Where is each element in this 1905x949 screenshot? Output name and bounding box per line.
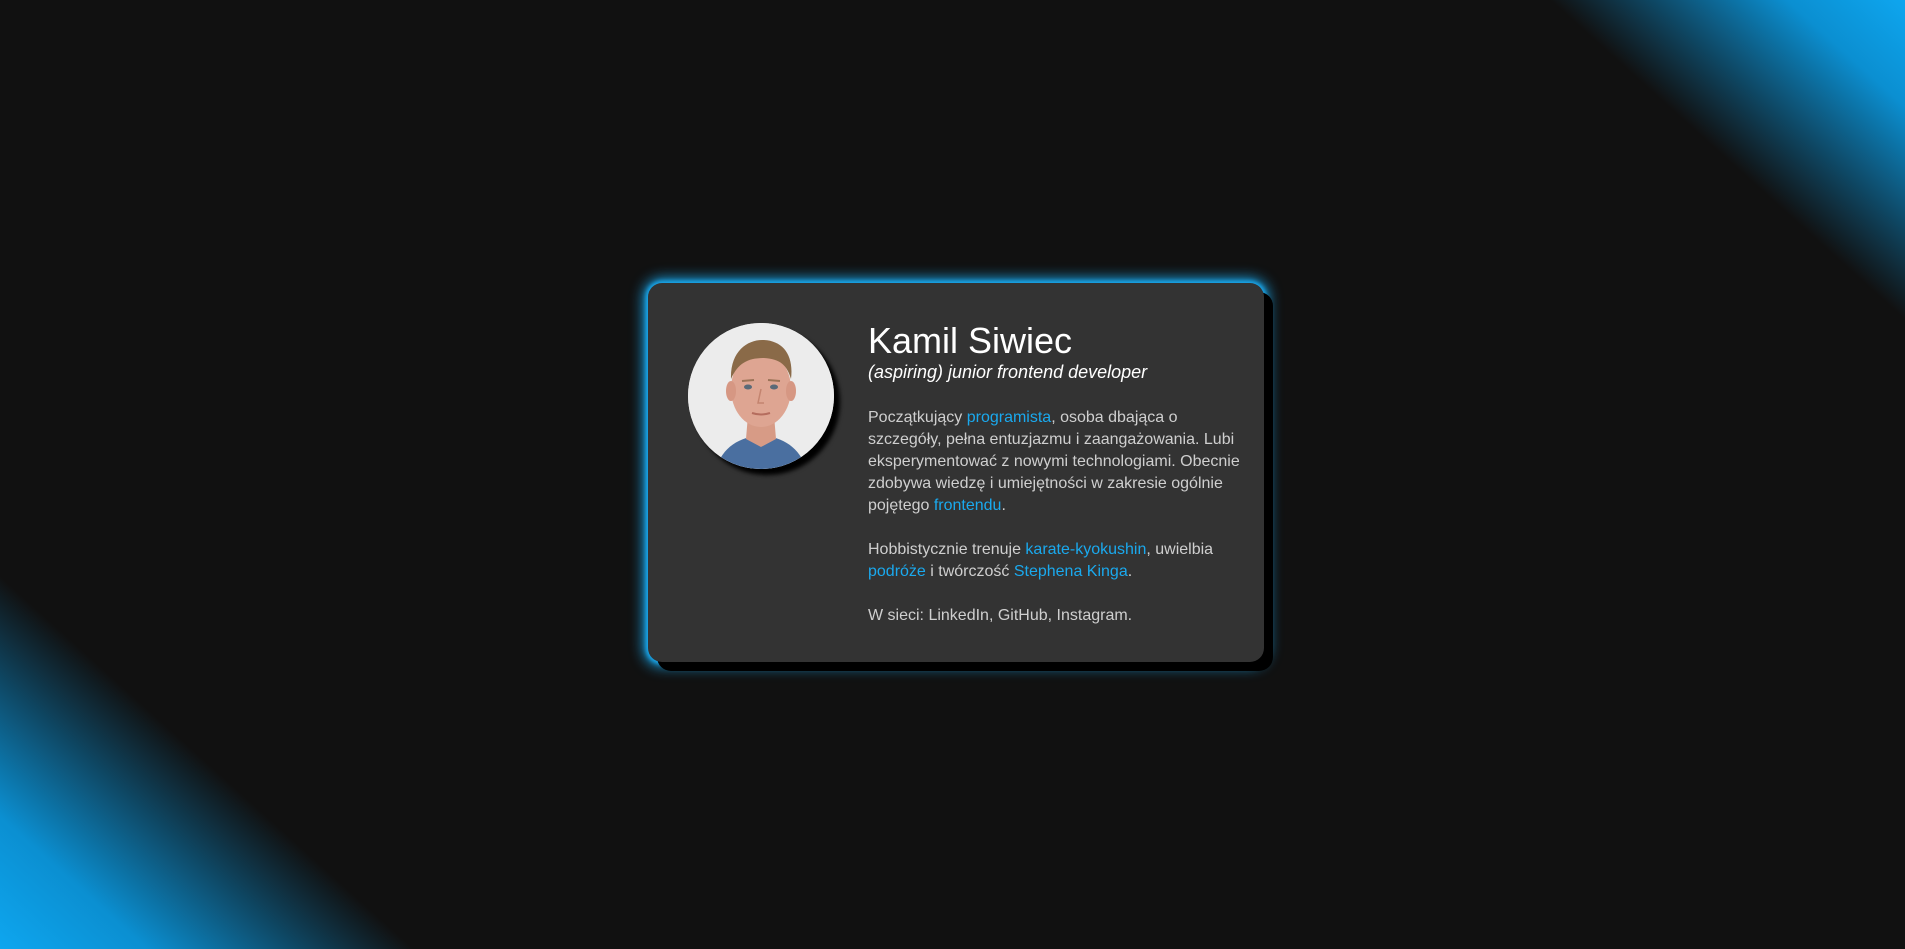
hobby-paragraph: Hobbistycznie trenuje karate-kyokushin, … [868,539,1240,583]
about-text: Początkujący [868,409,967,426]
hobby-text: . [1127,563,1133,580]
hobby-text: Hobbistycznie trenuje [868,541,1026,558]
profile-role: (aspiring) junior frontend developer [868,362,1148,382]
social-separator: , [988,607,998,624]
about-text: . [1001,497,1006,514]
social-end: . [1127,607,1133,624]
social-separator: , [1047,607,1057,624]
hobby-text: , uwielbia [1146,541,1214,558]
link-frontendu[interactable]: frontendu [934,497,1002,514]
link-instagram[interactable]: Instagram [1057,607,1128,624]
profile-name: Kamil Siwiec [868,320,1073,361]
link-karate-kyokushin[interactable]: karate-kyokushin [1025,541,1146,558]
avatar-photo-icon [688,323,834,469]
about-paragraph: Początkujący programista, osoba dbająca … [868,407,1240,517]
link-linkedin[interactable]: LinkedIn [928,607,989,624]
link-programista[interactable]: programista [967,409,1051,426]
social-label: W sieci: [868,607,929,624]
link-github[interactable]: GitHub [998,607,1048,624]
profile-card: Kamil Siwiec (aspiring) junior frontend … [648,283,1264,662]
profile-avatar [688,323,834,469]
link-podroze[interactable]: podróże [868,563,926,580]
link-stephena-kinga[interactable]: Stephena Kinga [1014,563,1128,580]
profile-content: Kamil Siwiec (aspiring) junior frontend … [868,321,1240,649]
hobby-text: i twórczość [925,563,1014,580]
social-paragraph: W sieci: LinkedIn, GitHub, Instagram. [868,605,1240,627]
